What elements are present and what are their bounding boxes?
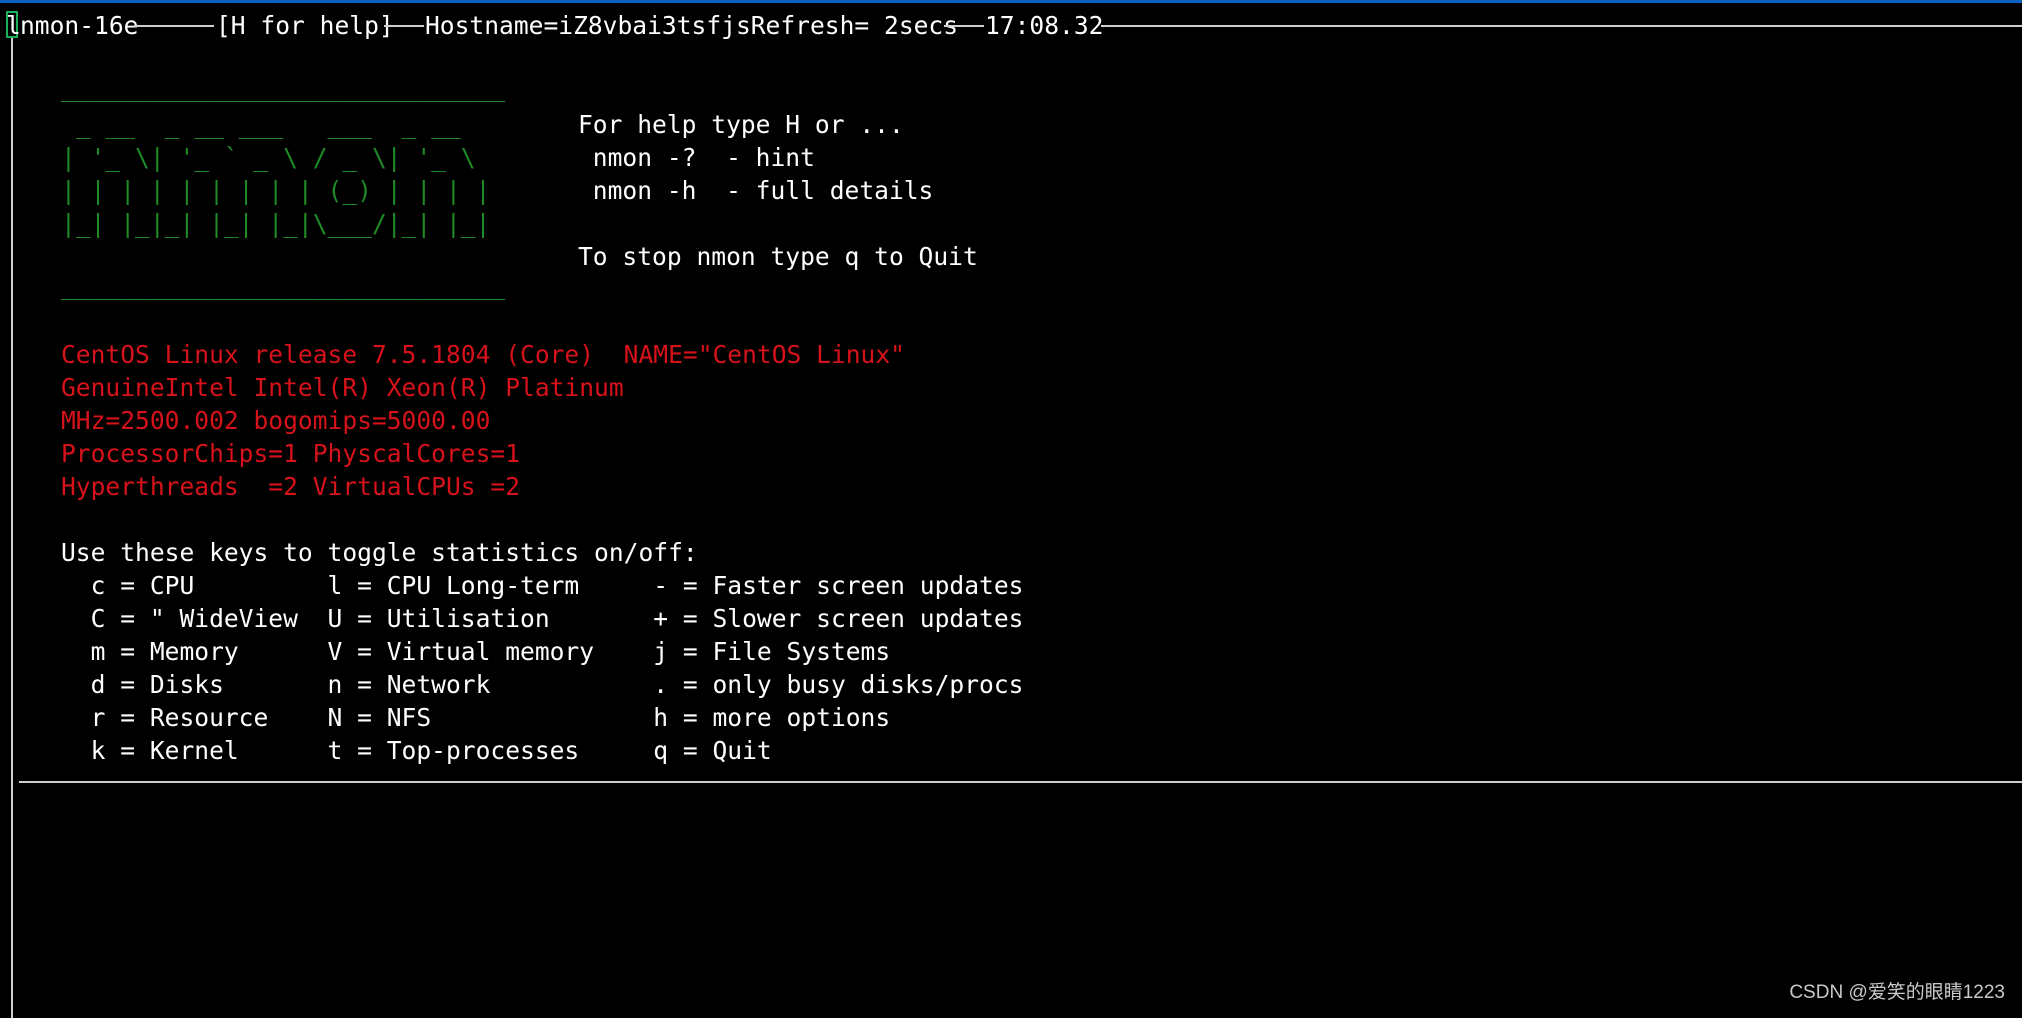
clock: 17:08.32 <box>985 11 1104 40</box>
logo-art-line: | | | | | | | | | (_) | | | | <box>61 176 491 205</box>
header-rule-2 <box>384 25 424 27</box>
header-rule-3 <box>944 25 984 27</box>
toggle-keys-row: k = Kernel t = Top-processes q = Quit <box>61 736 772 765</box>
cpu-chips-cores: ProcessorChips=1 PhyscalCores=1 <box>61 439 521 468</box>
cpu-threads: Hyperthreads =2 VirtualCPUs =2 <box>61 472 521 501</box>
hostname-refresh: Hostname=iZ8vbai3tsfjsRefresh= 2secs <box>425 11 959 40</box>
window-top-accent <box>0 0 2022 3</box>
help-line: nmon -? - hint <box>578 143 815 172</box>
help-line: nmon -h - full details <box>578 176 934 205</box>
logo-rule-top: ______________________________ <box>61 73 506 102</box>
watermark: CSDN @爱笑的眼睛1223 <box>1789 982 2005 1003</box>
toggle-keys-row: d = Disks n = Network . = only busy disk… <box>61 670 1024 699</box>
help-line: To stop nmon type q to Quit <box>578 242 978 271</box>
header-rule-1 <box>134 25 214 27</box>
section-divider <box>19 781 2022 783</box>
header-rule-4 <box>1101 25 2022 27</box>
help-hint: [H for help] <box>216 11 394 40</box>
toggle-keys-row: C = " WideView U = Utilisation + = Slowe… <box>61 604 1024 633</box>
left-border-line <box>11 38 13 1018</box>
header-prefix: l <box>6 11 21 40</box>
terminal-window[interactable]: l nmon-16e [H for help] Hostname=iZ8vbai… <box>0 0 2022 1018</box>
cpu-vendor: GenuineIntel Intel(R) Xeon(R) Platinum <box>61 373 624 402</box>
logo-art-line: _ __ _ __ ___ ___ _ __ <box>61 110 491 139</box>
help-line: For help type H or ... <box>578 110 904 139</box>
cpu-mhz: MHz=2500.002 bogomips=5000.00 <box>61 406 491 435</box>
toggle-keys-heading: Use these keys to toggle statistics on/o… <box>61 538 698 567</box>
toggle-keys-row: c = CPU l = CPU Long-term - = Faster scr… <box>61 571 1024 600</box>
toggle-keys-row: r = Resource N = NFS h = more options <box>61 703 891 732</box>
logo-art-line: | '_ \| '_ ` _ \ / _ \| '_ \ <box>61 143 491 172</box>
os-release: CentOS Linux release 7.5.1804 (Core) NAM… <box>61 340 905 369</box>
logo-art-line: |_| |_|_| |_| |_|\___/|_| |_| <box>61 209 491 238</box>
logo-rule-bottom: ______________________________ <box>61 271 506 300</box>
toggle-keys-row: m = Memory V = Virtual memory j = File S… <box>61 637 891 666</box>
app-title: nmon-16e <box>20 11 139 40</box>
